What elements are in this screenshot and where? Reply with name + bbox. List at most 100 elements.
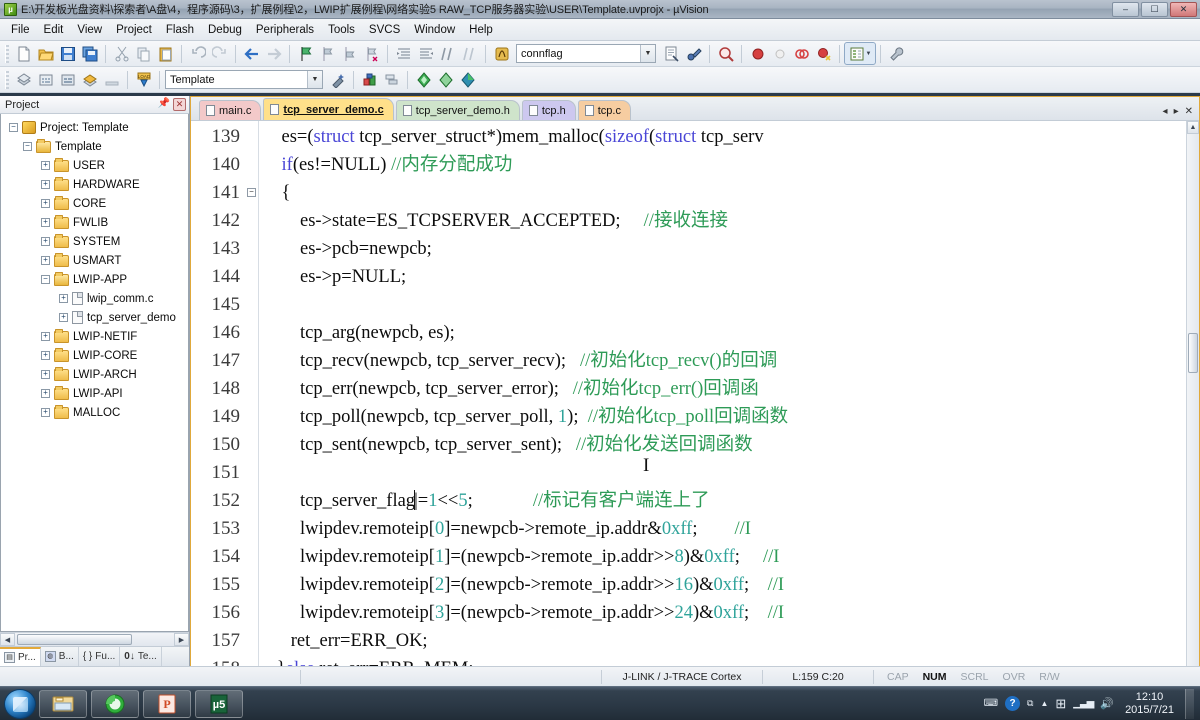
network-switch-tray-icon[interactable]: ⧉ bbox=[1027, 698, 1033, 709]
undo-icon[interactable] bbox=[187, 43, 208, 64]
tree-node-template[interactable]: − Template bbox=[1, 137, 188, 156]
expander-icon[interactable]: + bbox=[41, 370, 50, 379]
multi-project-icon[interactable] bbox=[381, 69, 402, 90]
tab-project[interactable]: ▤ Pr... bbox=[0, 647, 41, 666]
chevron-down-icon[interactable]: ▼ bbox=[640, 45, 655, 62]
save-icon[interactable] bbox=[57, 43, 78, 64]
file-explorer-task[interactable] bbox=[39, 689, 87, 718]
expander-icon[interactable]: − bbox=[9, 123, 18, 132]
kill-breakpoints-icon[interactable] bbox=[813, 43, 834, 64]
show-hidden-icons-icon[interactable]: ▲ bbox=[1040, 699, 1048, 708]
code-line[interactable]: es->pcb=newpcb; bbox=[263, 235, 1199, 263]
tree-node-lwip-core[interactable]: + LWIP-CORE bbox=[1, 346, 188, 365]
tree-node-project-template[interactable]: − Project: Template bbox=[1, 118, 188, 137]
tab-functions[interactable]: { } Fu... bbox=[79, 647, 121, 666]
build-icon[interactable] bbox=[35, 69, 56, 90]
browser-task[interactable] bbox=[91, 689, 139, 718]
expander-icon[interactable]: + bbox=[41, 408, 50, 417]
tree-node-hardware[interactable]: + HARDWARE bbox=[1, 175, 188, 194]
volume-bars-icon[interactable]: ▁▃▅ bbox=[1073, 698, 1094, 709]
prev-bookmark-icon[interactable] bbox=[339, 43, 360, 64]
code-line[interactable]: es->p=NULL; bbox=[263, 263, 1199, 291]
pack-installer-icon[interactable] bbox=[413, 69, 434, 90]
code-area[interactable]: 139 140 141 − 142 143 144 145 146 147 14… bbox=[191, 121, 1199, 683]
translate-icon[interactable] bbox=[13, 69, 34, 90]
save-all-icon[interactable] bbox=[79, 43, 100, 64]
code-line[interactable]: es=(struct tcp_server_struct*)mem_malloc… bbox=[263, 123, 1199, 151]
navigate-forward-icon[interactable] bbox=[263, 43, 284, 64]
breakpoints-icon[interactable] bbox=[791, 43, 812, 64]
tree-node-lwip-arch[interactable]: + LWIP-ARCH bbox=[1, 365, 188, 384]
tab-tcp-c[interactable]: tcp.c bbox=[577, 100, 631, 120]
expander-icon[interactable]: + bbox=[41, 218, 50, 227]
code-vscroll-thumb[interactable] bbox=[1188, 333, 1198, 373]
configure-icon[interactable] bbox=[683, 43, 704, 64]
close-button[interactable]: ✕ bbox=[1170, 1, 1197, 17]
tab-templates[interactable]: 0↓ Te... bbox=[120, 647, 162, 666]
start-button[interactable] bbox=[4, 688, 36, 719]
indent-icon[interactable] bbox=[393, 43, 414, 64]
code-line[interactable]: lwipdev.remoteip[1]=(newpcb->remote_ip.a… bbox=[263, 543, 1199, 571]
expander-icon[interactable]: + bbox=[41, 351, 50, 360]
close-icon[interactable]: ✕ bbox=[173, 98, 186, 111]
tree-node-lwip-api[interactable]: + LWIP-API bbox=[1, 384, 188, 403]
tree-node-lwip-app[interactable]: − LWIP-APP bbox=[1, 270, 188, 289]
menu-peripherals[interactable]: Peripherals bbox=[249, 21, 321, 39]
tab-main-c[interactable]: main.c bbox=[199, 100, 262, 120]
outdent-icon[interactable] bbox=[415, 43, 436, 64]
download-icon[interactable]: LOAD bbox=[133, 69, 154, 90]
taskbar-clock[interactable]: 12:10 2015/7/21 bbox=[1121, 691, 1178, 717]
toolbar-gripper[interactable] bbox=[5, 70, 9, 89]
expander-icon[interactable]: + bbox=[41, 332, 50, 341]
tree-node-user[interactable]: + USER bbox=[1, 156, 188, 175]
pin-icon[interactable]: 📌 bbox=[158, 98, 170, 111]
project-hscroll-track[interactable] bbox=[15, 633, 174, 646]
scroll-left-icon[interactable]: ◀ bbox=[0, 633, 15, 646]
tab-tcp-server-demo-c[interactable]: tcp_server_demo.c bbox=[263, 98, 394, 120]
uvision-task[interactable]: µ5 bbox=[195, 689, 243, 718]
speaker-icon[interactable]: 🔊 bbox=[1100, 697, 1114, 710]
ime-tray-icon[interactable]: ⊞ bbox=[1055, 696, 1066, 712]
code-line[interactable]: tcp_recv(newpcb, tcp_server_recv); //初始化… bbox=[263, 347, 1199, 375]
tab-scroll-left-icon[interactable]: ◂ bbox=[1163, 106, 1168, 117]
toolbar-gripper[interactable] bbox=[5, 44, 9, 63]
fold-toggle-icon[interactable]: − bbox=[247, 188, 256, 197]
find-input[interactable]: connflag bbox=[521, 48, 563, 60]
tab-tcp-server-demo-h[interactable]: tcp_server_demo.h bbox=[395, 100, 520, 120]
code-line[interactable]: lwipdev.remoteip[2]=(newpcb->remote_ip.a… bbox=[263, 571, 1199, 599]
code-line[interactable]: tcp_sent(newpcb, tcp_server_sent); //初始化… bbox=[263, 431, 1199, 459]
navigate-back-icon[interactable] bbox=[241, 43, 262, 64]
keyboard-tray-icon[interactable]: ⌨ bbox=[984, 698, 998, 709]
tree-node-core[interactable]: + CORE bbox=[1, 194, 188, 213]
expander-icon[interactable]: + bbox=[41, 180, 50, 189]
expander-icon[interactable]: + bbox=[41, 199, 50, 208]
project-tree[interactable]: − Project: Template − Template + USER + bbox=[0, 114, 189, 632]
code-line[interactable]: ret_err=ERR_OK; bbox=[263, 627, 1199, 655]
tab-scroll-right-icon[interactable]: ▸ bbox=[1174, 106, 1179, 117]
expander-icon[interactable]: + bbox=[41, 389, 50, 398]
menu-edit[interactable]: Edit bbox=[37, 21, 71, 39]
help-tray-icon[interactable]: ? bbox=[1005, 696, 1021, 711]
expander-icon[interactable]: + bbox=[41, 161, 50, 170]
target-select[interactable]: Template ▼ bbox=[165, 70, 323, 89]
code-line[interactable] bbox=[263, 291, 1199, 319]
code-line[interactable] bbox=[263, 459, 1199, 487]
tree-node-tcp-server-demo[interactable]: + tcp_server_demo bbox=[1, 308, 188, 327]
start-debug-icon[interactable] bbox=[747, 43, 768, 64]
tree-node-lwip-netif[interactable]: + LWIP-NETIF bbox=[1, 327, 188, 346]
menu-project[interactable]: Project bbox=[109, 21, 159, 39]
comment-icon[interactable] bbox=[437, 43, 458, 64]
tree-node-malloc[interactable]: + MALLOC bbox=[1, 403, 188, 422]
project-hscrollbar[interactable]: ◀ ▶ bbox=[0, 632, 189, 646]
expander-icon[interactable]: + bbox=[41, 256, 50, 265]
redo-icon[interactable] bbox=[209, 43, 230, 64]
menu-file[interactable]: File bbox=[4, 21, 37, 39]
tree-node-fwlib[interactable]: + FWLIB bbox=[1, 213, 188, 232]
next-bookmark-icon[interactable] bbox=[317, 43, 338, 64]
maximize-button[interactable]: ☐ bbox=[1141, 1, 1168, 17]
menu-window[interactable]: Window bbox=[407, 21, 462, 39]
code-line[interactable]: lwipdev.remoteip[3]=(newpcb->remote_ip.a… bbox=[263, 599, 1199, 627]
menu-tools[interactable]: Tools bbox=[321, 21, 362, 39]
new-file-icon[interactable] bbox=[13, 43, 34, 64]
open-file-icon[interactable] bbox=[35, 43, 56, 64]
